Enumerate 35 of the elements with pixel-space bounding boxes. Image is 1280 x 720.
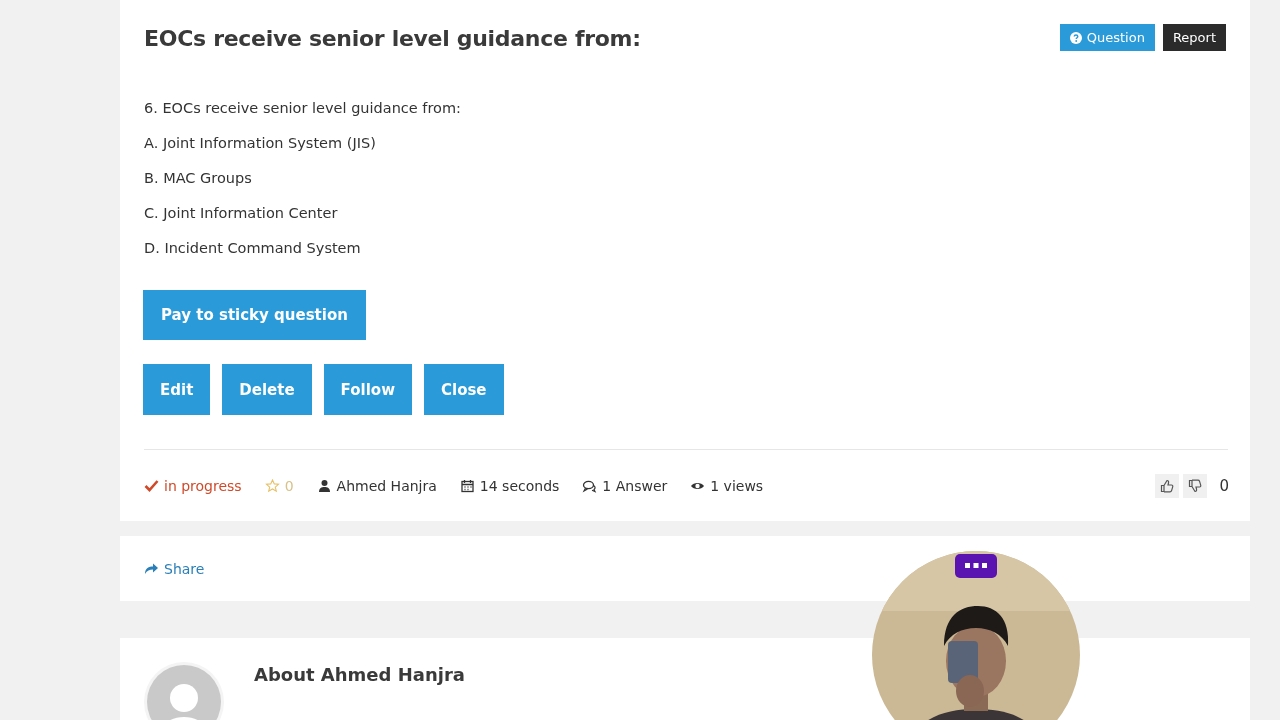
question-text: 6. EOCs receive senior level guidance from: bbox=[144, 99, 462, 118]
meta-author: Ahmed Hanjra bbox=[336, 478, 437, 494]
thumbs-up-icon bbox=[1160, 479, 1175, 493]
vote-count: 0 bbox=[1219, 477, 1229, 495]
action-button[interactable]: Delete bbox=[222, 364, 312, 415]
help-icon bbox=[1069, 31, 1082, 44]
question-text: A. Joint Information System (JIS) bbox=[144, 134, 377, 153]
action-button[interactable]: Follow bbox=[323, 364, 412, 415]
share-icon bbox=[144, 562, 159, 575]
meta-favorites: 0 bbox=[284, 478, 294, 494]
action-button[interactable]: Edit bbox=[143, 364, 211, 415]
calendar-icon bbox=[459, 479, 475, 493]
meta-time: 14 seconds bbox=[479, 478, 560, 494]
upvote-button[interactable] bbox=[1155, 474, 1180, 498]
more-icon bbox=[965, 563, 987, 569]
star-icon bbox=[264, 479, 280, 493]
question-title: EOCs receive senior level guidance from: bbox=[144, 26, 641, 51]
about-title: About Ahmed Hanjra bbox=[254, 664, 465, 687]
question-text: D. Incident Command System bbox=[144, 239, 362, 258]
user-icon bbox=[316, 479, 332, 493]
downvote-button[interactable] bbox=[1183, 474, 1208, 498]
meta-views: 1 views bbox=[710, 478, 764, 494]
sticky-button[interactable]: Pay to sticky question bbox=[143, 290, 366, 340]
more-button[interactable] bbox=[955, 554, 997, 578]
meta-status: in progress bbox=[164, 478, 242, 494]
tag-button[interactable]: Report bbox=[1162, 24, 1226, 51]
check-icon bbox=[144, 479, 159, 493]
question-text: B. MAC Groups bbox=[144, 169, 253, 188]
action-button[interactable]: Close bbox=[424, 364, 504, 415]
comments-icon bbox=[582, 479, 598, 493]
meta-answers: 1 Answer bbox=[602, 478, 668, 494]
share-link[interactable]: Share bbox=[144, 560, 205, 577]
question-text: C. Joint Information Center bbox=[144, 204, 339, 223]
tag-button[interactable]: Question bbox=[1059, 24, 1155, 51]
thumbs-down-icon bbox=[1188, 479, 1203, 493]
